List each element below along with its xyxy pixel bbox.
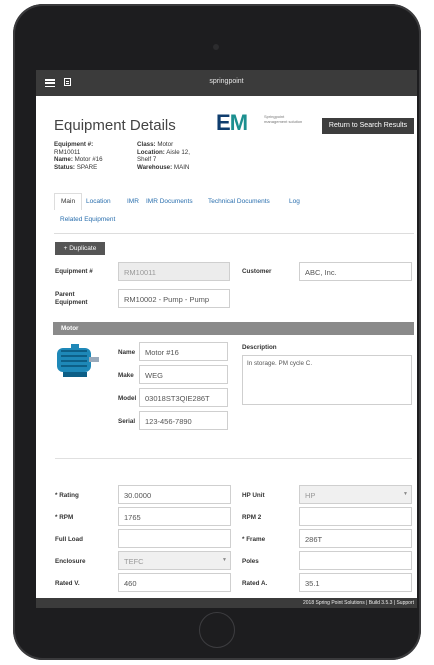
meta-left: Equipment #: RM10011 Name: Motor #16 Sta… [54, 141, 103, 171]
description-field[interactable]: In storage. PM cycle C. [242, 355, 412, 405]
customer-label: Customer [242, 268, 272, 275]
screen: springpoint Equipment Details Equipment … [36, 70, 417, 608]
serial-label: Serial [118, 418, 136, 425]
location-value-2: Shelf 7 [137, 156, 157, 164]
page-title: Equipment Details [54, 117, 176, 134]
equipment-value: RM10011 [54, 148, 81, 156]
enclosure-select[interactable]: TEFC ▼ [118, 551, 231, 570]
name-label: Name: [54, 156, 73, 164]
hp-unit-label: HP Unit [242, 492, 265, 499]
enclosure-label: Enclosure [55, 558, 86, 565]
motor-name-field[interactable]: Motor #16 [139, 342, 228, 361]
full-load-label: Full Load [55, 536, 83, 543]
tab-technical-documents[interactable]: Technical Documents [208, 198, 270, 205]
equipment-number-label: Equipment # [55, 268, 93, 275]
rated-a-field[interactable]: 35.1 [299, 573, 412, 592]
parent-equipment-field[interactable]: RM10002 - Pump - Pump [118, 289, 230, 308]
motor-section-header[interactable]: Motor [53, 322, 414, 335]
tab-main[interactable]: Main [54, 193, 83, 210]
app-name: springpoint [209, 78, 244, 85]
frame-label: * Frame [242, 536, 266, 543]
caret-down-icon: ▼ [222, 557, 227, 563]
class-value: Motor [157, 141, 174, 148]
tab-imr-documents[interactable]: IMR Documents [146, 198, 193, 205]
full-load-field[interactable] [118, 529, 231, 548]
motor-name-label: Name [118, 349, 136, 356]
serial-field[interactable]: 123-456-7890 [139, 411, 228, 430]
tab-location[interactable]: Location [86, 198, 111, 205]
meta-right: Class: Motor Location: Aisle 12, Shelf 7… [137, 141, 190, 171]
poles-label: Poles [242, 558, 259, 565]
model-label: Model [118, 395, 137, 402]
rated-a-label: Rated A. [242, 580, 268, 587]
equipment-number-field[interactable]: RM10011 [118, 262, 230, 281]
frame-field[interactable]: 286T [299, 529, 412, 548]
poles-field[interactable] [299, 551, 412, 570]
model-field[interactable]: 03018ST3QIE286T [139, 388, 228, 407]
rating-field[interactable]: 30.0000 [118, 485, 231, 504]
logo-tagline: Springpoint management solution [264, 114, 303, 124]
location-value: Aisle 12, [166, 148, 190, 156]
return-to-search-button[interactable]: Return to Search Results [322, 118, 414, 134]
customer-field[interactable]: ABC, Inc. [299, 262, 412, 281]
make-field[interactable]: WEG [139, 365, 228, 384]
camera-icon [213, 44, 219, 50]
name-value: Motor #16 [74, 156, 103, 164]
equipment-label: Equipment #: [54, 141, 94, 148]
tab-log[interactable]: Log [289, 198, 300, 205]
tab-imr[interactable]: IMR [127, 198, 139, 205]
rpm2-field[interactable] [299, 507, 412, 526]
rpm2-label: RPM 2 [242, 514, 262, 521]
rated-v-field[interactable]: 460 [118, 573, 231, 592]
duplicate-button[interactable]: + Duplicate [55, 242, 105, 255]
warehouse-label: Warehouse: [137, 163, 173, 171]
tabs-divider [54, 233, 414, 234]
tablet-frame: springpoint Equipment Details Equipment … [13, 4, 421, 660]
section-divider [55, 458, 412, 459]
rating-label: * Rating [55, 492, 79, 499]
status-label: Status: [54, 163, 75, 171]
warehouse-value: MAIN [173, 163, 190, 171]
description-label: Description [242, 344, 277, 351]
footer: 2018 Spring Point Solutions | Build 3.5.… [36, 598, 417, 608]
status-value: SPARE [76, 163, 98, 171]
caret-down-icon: ▼ [403, 491, 408, 497]
top-bar: springpoint [36, 70, 417, 96]
rpm-field[interactable]: 1765 [118, 507, 231, 526]
motor-image [57, 344, 99, 377]
company-logo: EM [216, 110, 248, 135]
make-label: Make [118, 372, 134, 379]
location-label: Location: [137, 148, 165, 156]
tab-related-equipment[interactable]: Related Equipment [60, 216, 115, 223]
parent-equipment-label: Parent Equipment [55, 291, 88, 306]
hp-unit-select[interactable]: HP ▼ [299, 485, 412, 504]
class-label: Class: [137, 141, 156, 148]
rated-v-label: Rated V. [55, 580, 80, 587]
home-button[interactable] [199, 612, 235, 648]
rpm-label: * RPM [55, 514, 74, 521]
